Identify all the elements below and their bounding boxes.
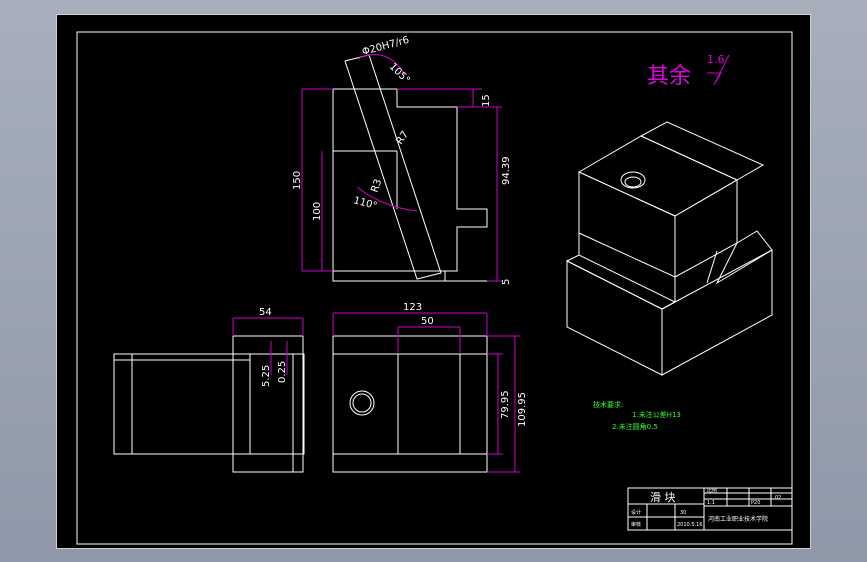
isometric-view bbox=[565, 121, 773, 376]
iso-bore bbox=[620, 171, 646, 189]
dim-150: 150 bbox=[292, 171, 303, 190]
dim-7995: 79.95 bbox=[500, 390, 511, 419]
qty: 30 bbox=[680, 510, 686, 516]
page: 02 bbox=[775, 495, 781, 501]
date: 2010.5.16 bbox=[677, 522, 702, 528]
front-view bbox=[332, 335, 488, 473]
dim-15: 15 bbox=[481, 94, 492, 107]
dim-r3: R3 bbox=[369, 178, 384, 194]
school: 河南工业职业技术学院 bbox=[708, 515, 768, 523]
front-view-dims: 123 50 79.95 109.95 bbox=[332, 302, 528, 473]
title-block: 滑 块 比例 1:1 P20 02 30 设计 审核 2010.5.16 河南工… bbox=[627, 487, 793, 531]
dim-5: 5 bbox=[501, 279, 512, 285]
tech-req-line1: 1.未注公差H13 bbox=[632, 410, 681, 419]
tech-req-line2: 2.未注圆角0.5 bbox=[612, 422, 658, 431]
scale-label: 比例 bbox=[707, 487, 717, 494]
material: P20 bbox=[751, 500, 760, 506]
tech-req-title: 技术要求: bbox=[593, 400, 623, 409]
dim-r7: R7 bbox=[394, 130, 411, 147]
dim-94: 94.39 bbox=[501, 156, 512, 185]
roughness-note: 其余 bbox=[647, 64, 691, 89]
dim-54: 54 bbox=[259, 307, 272, 318]
bore-circle bbox=[349, 390, 375, 416]
drawing-canvas: 其余 1.6 150 100 94.39 15 5 Φ20H7/r6 105° … bbox=[76, 31, 793, 545]
dim-525: 5.25 bbox=[261, 365, 272, 387]
drawing-sheet: 其余 1.6 150 100 94.39 15 5 Φ20H7/r6 105° … bbox=[56, 14, 811, 549]
checker: 审核 bbox=[631, 521, 641, 528]
dim-fit: Φ20H7/r6 bbox=[361, 35, 411, 58]
tech-requirements: 技术要求: 1.未注公差H13 2.未注圆角0.5 bbox=[593, 400, 681, 431]
designer: 设计 bbox=[631, 509, 641, 516]
inner-frame bbox=[76, 31, 793, 545]
roughness-value: 1.6 bbox=[707, 53, 725, 66]
dim-110: 110° bbox=[352, 195, 378, 212]
scale: 1:1 bbox=[707, 500, 715, 506]
left-view bbox=[113, 335, 305, 473]
dim-100: 100 bbox=[312, 202, 323, 221]
section-dims: 150 100 94.39 15 5 Φ20H7/r6 105° R7 R3 1… bbox=[292, 35, 512, 285]
dim-105: 105° bbox=[387, 61, 412, 86]
dim-025: 0.25 bbox=[277, 361, 288, 383]
dim-10995: 109.95 bbox=[517, 392, 528, 427]
part-name: 滑 块 bbox=[650, 491, 676, 504]
dim-123: 123 bbox=[403, 302, 422, 313]
dim-50: 50 bbox=[421, 316, 434, 327]
